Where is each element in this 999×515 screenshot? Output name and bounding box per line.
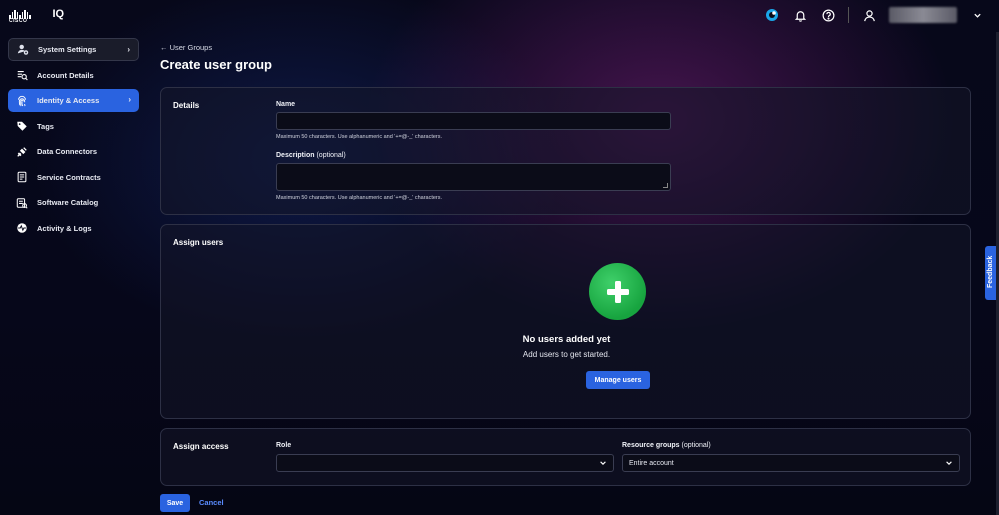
product-name: IQ <box>52 8 65 20</box>
sidebar-item-activity-logs[interactable]: Activity & Logs <box>8 217 139 240</box>
details-section-title: Details <box>173 101 200 110</box>
cancel-button[interactable]: Cancel <box>199 498 224 507</box>
empty-state-subtitle: Add users to get started. <box>522 350 611 359</box>
resource-groups-value: Entire account <box>629 459 674 467</box>
sidebar-item-label: Service Contracts <box>37 172 101 182</box>
sidebar-item-label: Activity & Logs <box>37 223 92 233</box>
name-hint: Maximum 50 characters. Use alphanumeric … <box>276 134 443 140</box>
sidebar-item-label: Data Connectors <box>37 147 98 156</box>
save-button[interactable]: Save <box>160 494 190 512</box>
activity-icon <box>16 222 28 234</box>
breadcrumb[interactable]: ← User Groups <box>160 43 212 52</box>
sidebar: System Settings › Account Details Identi… <box>8 38 139 242</box>
description-hint: Maximum 50 characters. Use alphanumeric … <box>276 195 443 201</box>
assign-access-card: Assign access Role Resource groups (opti… <box>160 428 971 486</box>
sidebar-item-label: Tags <box>37 121 54 131</box>
chevron-right-icon: › <box>128 95 131 104</box>
name-label: Name <box>276 101 296 108</box>
cisco-iq-logo[interactable]: CISCO IQ <box>9 8 65 24</box>
description-textarea[interactable] <box>276 163 671 191</box>
assign-access-section-title: Assign access <box>173 442 229 451</box>
sidebar-item-tags[interactable]: Tags <box>8 115 139 138</box>
sidebar-item-identity-access[interactable]: Identity & Access › <box>8 89 139 112</box>
role-label: Role <box>276 442 292 449</box>
breadcrumb-user-groups[interactable]: User Groups <box>170 43 213 52</box>
chevron-right-icon: › <box>127 45 130 54</box>
description-label-text: Description <box>276 152 315 159</box>
top-bar: CISCO IQ <box>0 0 999 32</box>
user-gear-icon <box>17 44 29 56</box>
resize-handle-icon[interactable] <box>663 183 668 188</box>
add-users-plus-icon[interactable] <box>589 263 646 320</box>
sidebar-item-label: Account Details <box>37 70 94 80</box>
assign-users-section-title: Assign users <box>173 238 224 247</box>
page-title: Create user group <box>160 57 272 72</box>
sidebar-item-data-connectors[interactable]: Data Connectors <box>8 140 139 163</box>
sidebar-item-software-catalog[interactable]: Software Catalog <box>8 191 139 214</box>
assign-users-card: Assign users No users added yet Add user… <box>160 224 971 419</box>
sidebar-item-label: System Settings <box>38 45 97 54</box>
chevron-down-icon <box>945 459 953 469</box>
sidebar-item-account-details[interactable]: Account Details <box>8 64 139 87</box>
resource-groups-select[interactable]: Entire account <box>622 454 960 472</box>
role-select[interactable] <box>276 454 614 472</box>
tag-icon <box>16 120 28 132</box>
sidebar-item-service-contracts[interactable]: Service Contracts <box>8 166 139 189</box>
plug-icon <box>16 146 28 158</box>
contract-icon <box>16 171 28 183</box>
sidebar-item-system-settings[interactable]: System Settings › <box>8 38 139 61</box>
description-label: Description (optional) <box>276 152 346 159</box>
sidebar-item-label: Identity & Access <box>37 96 100 105</box>
cisco-iq-assistant-icon[interactable] <box>764 7 780 23</box>
details-card: Details Name Maximum 50 characters. Use … <box>160 87 971 215</box>
chevron-down-icon[interactable] <box>969 7 985 23</box>
fingerprint-icon <box>16 95 28 107</box>
arrow-left-icon: ← <box>160 43 170 52</box>
optional-tag: (optional) <box>681 442 711 449</box>
bell-icon[interactable] <box>792 7 808 23</box>
catalog-icon <box>16 197 28 209</box>
manage-users-button[interactable]: Manage users <box>586 371 650 389</box>
account-name-redacted[interactable] <box>889 7 957 23</box>
document-search-icon <box>16 69 28 81</box>
optional-tag: (optional) <box>316 152 346 159</box>
company-name: CISCO <box>9 18 28 24</box>
sidebar-item-label: Software Catalog <box>37 198 99 207</box>
empty-state-title: No users added yet <box>522 334 611 345</box>
resource-groups-label-text: Resource groups <box>622 442 680 449</box>
chevron-down-icon <box>599 459 607 469</box>
user-icon[interactable] <box>861 7 877 23</box>
resource-groups-label: Resource groups (optional) <box>622 442 711 449</box>
feedback-label: Feedback <box>987 255 994 288</box>
header-divider <box>848 7 849 23</box>
help-icon[interactable] <box>820 7 836 23</box>
name-input[interactable] <box>276 112 671 130</box>
